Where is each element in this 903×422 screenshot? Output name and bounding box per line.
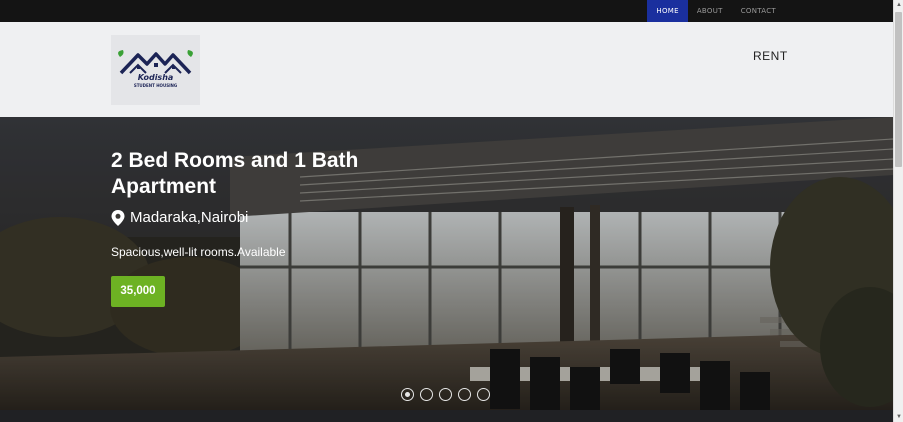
listing-title: 2 Bed Rooms and 1 Bath Apartment [111,149,359,198]
nav-about-link[interactable]: ABOUT [688,0,732,22]
slider-pagination [401,388,496,401]
logo-brand-name: Kodisha [137,73,174,82]
site-header: Kodisha STUDENT HOUSING RENT [0,22,893,117]
site-logo[interactable]: Kodisha STUDENT HOUSING [111,35,200,105]
next-section-edge [0,410,893,422]
rent-link[interactable]: RENT [753,49,788,63]
page-scrollbar[interactable]: ▲ ▼ [893,0,903,422]
hero-slider: 2 Bed Rooms and 1 Bath Apartment Madarak… [0,117,893,410]
price-button[interactable]: 35,000 [111,276,165,307]
slide-dot[interactable] [420,388,433,401]
scroll-down-arrow-icon[interactable]: ▼ [894,412,903,422]
house-roof-logo-icon [118,50,193,75]
slide-dot[interactable] [458,388,471,401]
listing-location: Madaraka,Nairobi [111,209,248,226]
top-navigation: HOME ABOUT CONTACT [647,0,785,22]
location-label: Madaraka,Nairobi [130,209,249,226]
logo-subtitle: STUDENT HOUSING [133,83,178,88]
listing-description: Spacious,well-lit rooms.Available [111,245,286,259]
nav-home-link[interactable]: HOME [647,0,688,22]
scrollbar-thumb[interactable] [895,12,902,167]
scroll-up-arrow-icon[interactable]: ▲ [894,0,903,10]
slide-dot[interactable] [439,388,452,401]
map-pin-icon [111,209,125,226]
slide-dot[interactable] [401,388,414,401]
top-bar: HOME ABOUT CONTACT [0,0,893,22]
nav-contact-link[interactable]: CONTACT [732,0,785,22]
slide-dot[interactable] [477,388,490,401]
